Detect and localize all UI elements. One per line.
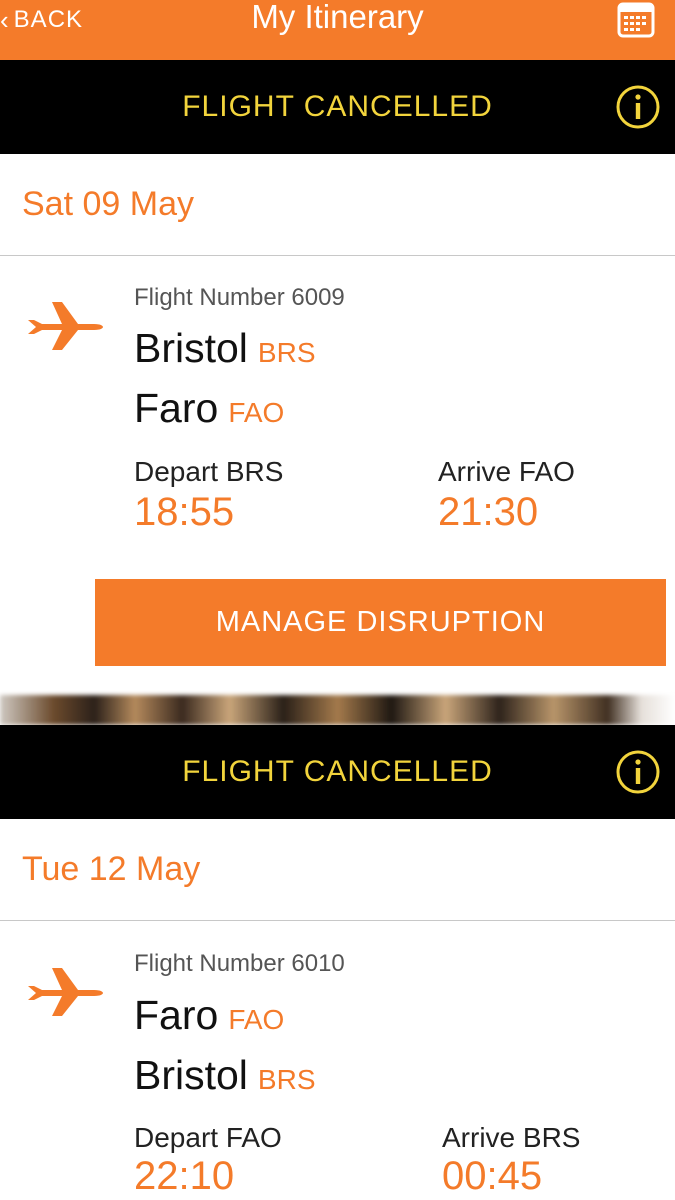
airplane-icon <box>28 968 103 1016</box>
manage-disruption-button[interactable]: MANAGE DISRUPTION <box>95 579 666 666</box>
flight-date: Tue 12 May <box>22 850 201 888</box>
status-text: FLIGHT CANCELLED <box>182 755 493 788</box>
date-header: Tue 12 May <box>0 819 675 921</box>
arrive-time: 21:30 <box>438 490 539 534</box>
info-icon[interactable] <box>615 749 661 795</box>
destination-code: BRS <box>257 1064 316 1095</box>
origin-city: Bristol <box>134 325 248 371</box>
blurred-photo-strip <box>0 695 675 725</box>
destination: Faro FAO <box>134 384 284 437</box>
origin-city: Faro <box>134 992 219 1038</box>
flight-number: Flight Number 6009 <box>134 284 345 311</box>
flight-date: Sat 09 May <box>22 185 194 223</box>
destination-code: FAO <box>228 397 285 428</box>
calendar-icon[interactable] <box>617 0 655 38</box>
info-icon[interactable] <box>615 84 661 130</box>
airplane-icon <box>28 302 103 350</box>
status-text: FLIGHT CANCELLED <box>182 90 493 123</box>
depart-label: Depart BRS <box>134 456 284 487</box>
arrive-label: Arrive BRS <box>442 1122 581 1153</box>
flight-number: Flight Number 6010 <box>134 950 345 977</box>
cancelled-banner: FLIGHT CANCELLED <box>0 60 675 154</box>
origin: Faro FAO <box>134 991 284 1044</box>
origin: Bristol BRS <box>134 324 316 377</box>
depart-time: 18:55 <box>134 490 235 534</box>
page-title: My Itinerary <box>251 0 424 35</box>
depart-time: 22:10 <box>134 1154 235 1198</box>
destination-city: Faro <box>134 385 219 431</box>
origin-code: BRS <box>257 337 316 368</box>
origin-code: FAO <box>228 1004 285 1035</box>
cancelled-banner: FLIGHT CANCELLED <box>0 725 675 819</box>
app-header: ‹ BACK My Itinerary <box>0 0 675 60</box>
depart-label: Depart FAO <box>134 1122 282 1153</box>
date-header: Sat 09 May <box>0 154 675 256</box>
arrive-label: Arrive FAO <box>438 456 575 487</box>
arrive-time: 00:45 <box>442 1154 543 1198</box>
destination: Bristol BRS <box>134 1051 316 1104</box>
destination-city: Bristol <box>134 1052 248 1098</box>
